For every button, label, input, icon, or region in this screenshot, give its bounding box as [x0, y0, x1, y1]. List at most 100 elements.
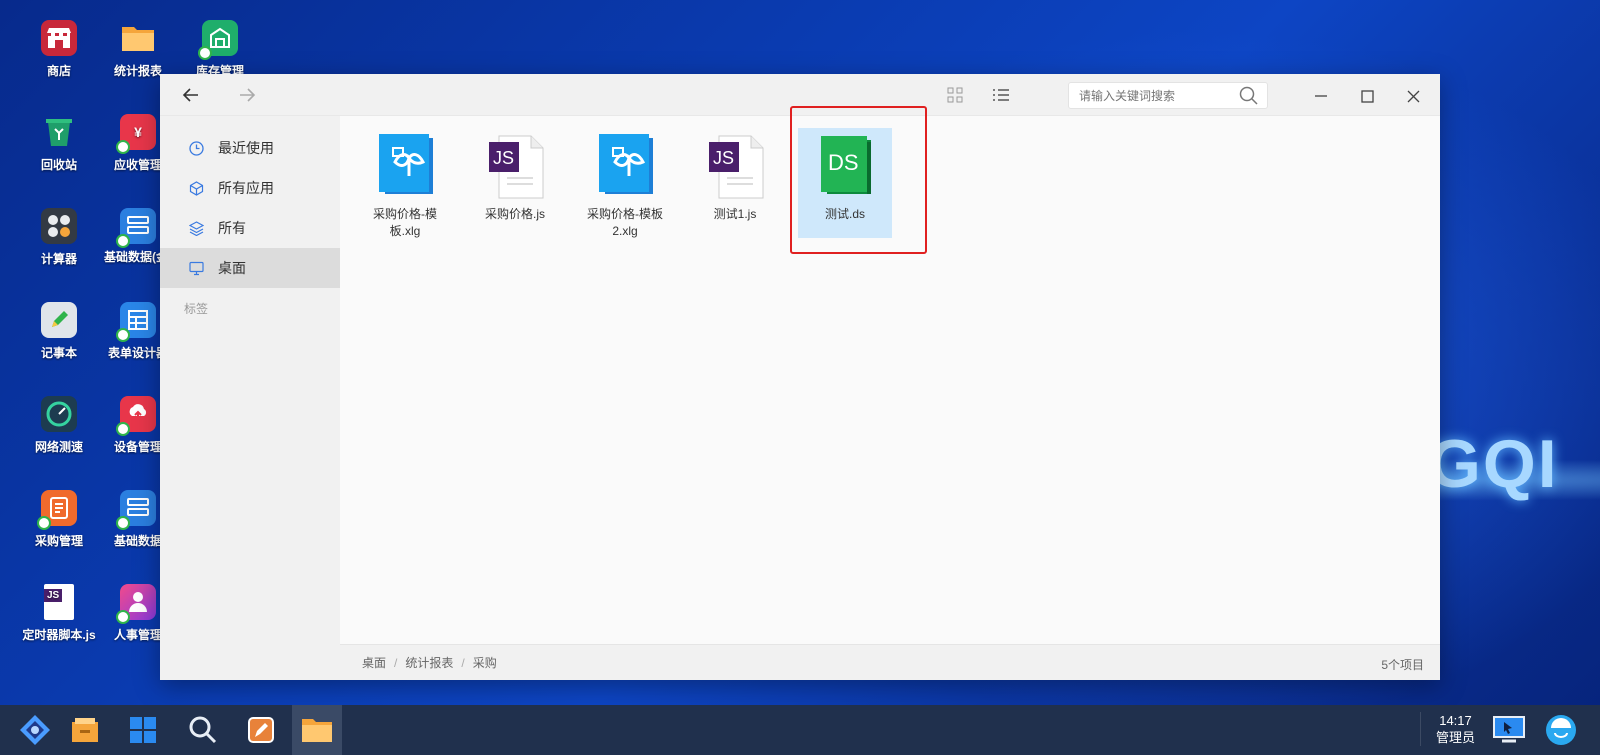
xlg-file-icon [375, 134, 435, 202]
calculator-icon [41, 208, 77, 244]
layers-icon [188, 220, 204, 236]
file-item[interactable]: 采购价格-模板2.xlg [578, 128, 672, 238]
start-button[interactable] [10, 705, 60, 755]
file-name: 采购价格.js [484, 207, 545, 221]
shortcut-link-icon [116, 610, 130, 624]
desktop-icon-label: 记事本 [40, 346, 77, 360]
list-icon [993, 89, 1009, 101]
file-item[interactable]: 采购价格-模板.xlg [358, 128, 452, 238]
start-logo-icon [20, 715, 50, 745]
assistant-icon [1546, 715, 1576, 745]
shortcut-link-icon [37, 516, 51, 530]
assistant-button[interactable] [1536, 705, 1586, 755]
minimize-icon [1315, 95, 1327, 97]
shortcut-link-icon [116, 422, 130, 436]
notepad-icon [41, 302, 77, 338]
inventory-icon [198, 20, 238, 60]
shortcut-link-icon [116, 328, 130, 342]
clock-user: 管理员 [1435, 730, 1475, 745]
sidebar-item-recent[interactable]: 最近使用 [160, 128, 340, 168]
hr-icon [116, 584, 156, 624]
list-view-button[interactable] [990, 84, 1012, 106]
sidebar-item-all[interactable]: 所有 [160, 208, 340, 248]
file-item[interactable]: JS 采购价格.js [468, 128, 562, 238]
close-button[interactable] [1400, 83, 1426, 109]
store-icon [41, 20, 77, 56]
folder-icon [302, 719, 332, 742]
sidebar-item-label: 桌面 [218, 260, 246, 276]
tags-section-label: 标签 [184, 302, 209, 316]
monitor-icon [188, 260, 204, 276]
desktop-icon-calculator[interactable]: 计算器 [19, 208, 99, 267]
receivable-icon: ¥ [116, 114, 156, 154]
basic-data-icon [116, 208, 156, 248]
selection-highlight-box [790, 106, 927, 254]
search-box[interactable] [1068, 82, 1268, 109]
shortcut-link-icon [116, 234, 130, 248]
device-icon [116, 396, 156, 436]
desktop-icon-store[interactable]: 商店 [19, 20, 99, 79]
file-type-badge: JS [713, 148, 735, 168]
taskbar-app-grid-button[interactable] [118, 705, 168, 755]
breadcrumb-item[interactable]: 统计报表 [405, 654, 453, 671]
form-designer-icon [116, 302, 156, 342]
arrow-right-icon [240, 88, 256, 102]
desktop-icon-speedtest[interactable]: 网络测速 [19, 396, 99, 455]
taskbar-notepad-button[interactable] [236, 705, 286, 755]
basic-data-icon [116, 490, 156, 530]
file-name: 测试1.js [713, 207, 757, 221]
sidebar-item-desktop[interactable]: 桌面 [160, 248, 340, 288]
taskbar-search-button[interactable] [178, 705, 228, 755]
desktop-icon-recycle-bin[interactable]: 回收站 [19, 114, 99, 173]
sidebar: 最近使用 所有应用 所有 桌面 标签 [160, 116, 340, 680]
js-file-icon: JS [705, 134, 765, 202]
search-icon [189, 716, 217, 744]
item-count: 5个项目 [1381, 658, 1424, 672]
desktop-icon-label: 定时器脚本.js [22, 628, 96, 642]
clock-icon [188, 140, 204, 156]
file-name: 采购价格-模板2.xlg [587, 207, 663, 238]
status-bar: 桌面 / 统计报表 / 采购 5个项目 [340, 644, 1440, 680]
wallpaper-logo: GQI [1428, 426, 1559, 502]
folder-icon [120, 20, 156, 56]
breadcrumb-separator: / [394, 655, 398, 670]
close-icon [1407, 90, 1419, 102]
notepad-icon [248, 717, 274, 743]
grid-view-button[interactable] [944, 84, 966, 106]
taskbar-file-manager-button[interactable] [292, 705, 342, 755]
taskbar-clock[interactable]: 14:17 管理员 [1420, 712, 1490, 746]
desktop-icon-label: 商店 [46, 64, 71, 78]
show-desktop-button[interactable] [1484, 705, 1534, 755]
file-item[interactable]: JS 测试1.js [688, 128, 782, 238]
shortcut-link-icon [116, 140, 130, 154]
sidebar-item-label: 所有应用 [218, 180, 274, 196]
desktop-icon-inventory[interactable]: 库存管理 [180, 20, 260, 79]
desktop-icon-label: 采购管理 [34, 534, 83, 548]
file-cabinet-icon [72, 718, 98, 742]
desktop-icon-timer-script[interactable]: JS 定时器脚本.js [19, 584, 99, 643]
shortcut-link-icon [116, 516, 130, 530]
desktop-icon-reports[interactable]: 统计报表 [98, 20, 178, 79]
js-file-icon: JS [44, 584, 74, 620]
desktop-icon-purchase[interactable]: 采购管理 [19, 490, 99, 549]
forward-button[interactable] [234, 82, 260, 108]
sidebar-item-all-apps[interactable]: 所有应用 [160, 168, 340, 208]
breadcrumb-separator: / [461, 655, 465, 670]
back-button[interactable] [178, 82, 204, 108]
search-icon[interactable] [1239, 86, 1259, 106]
monitor-cursor-icon [1493, 716, 1525, 743]
taskbar-files-button[interactable] [60, 705, 110, 755]
file-name: 采购价格-模板.xlg [373, 207, 437, 238]
breadcrumb-item[interactable]: 桌面 [362, 654, 386, 671]
recycle-bin-icon [41, 114, 77, 150]
breadcrumb-item[interactable]: 采购 [473, 654, 497, 671]
shortcut-link-icon [198, 46, 212, 60]
speedometer-icon [41, 396, 77, 432]
file-type-badge: JS [493, 148, 515, 168]
grid-icon [947, 87, 963, 103]
maximize-button[interactable] [1354, 83, 1380, 109]
minimize-button[interactable] [1308, 83, 1334, 109]
desktop-icon-notepad[interactable]: 记事本 [19, 302, 99, 361]
search-input[interactable] [1069, 83, 1229, 108]
windows-grid-icon [130, 717, 156, 743]
